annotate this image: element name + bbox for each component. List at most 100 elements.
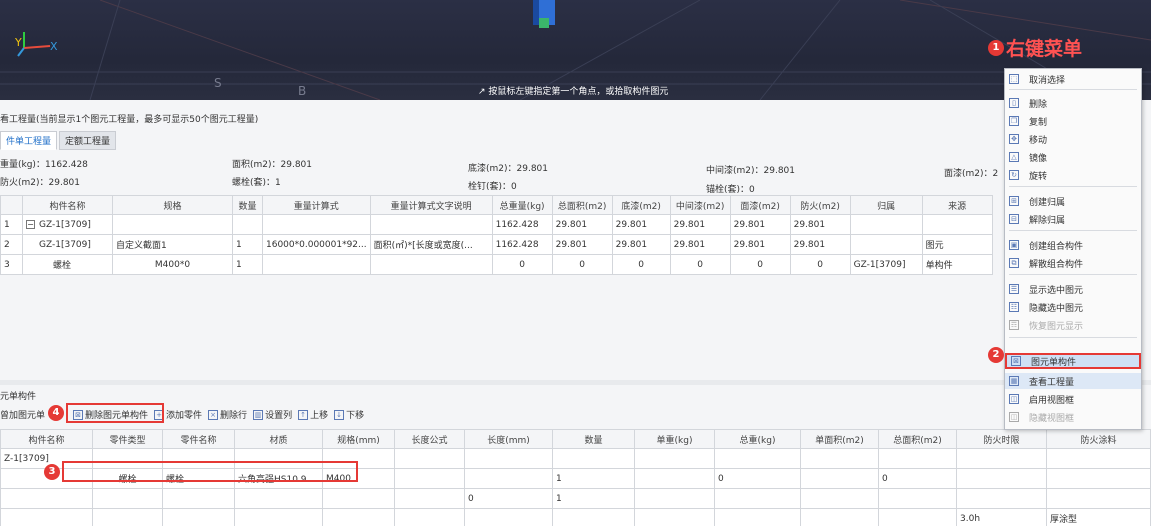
- table-cell: 29.801: [551, 214, 613, 235]
- col-header[interactable]: 归属: [849, 195, 923, 215]
- table-cell: 29.801: [789, 214, 851, 235]
- col-header[interactable]: 长度公式: [394, 429, 465, 449]
- table-cell: 0: [611, 254, 671, 275]
- annotation-3-number: 3: [44, 464, 60, 480]
- table-cell: 29.801: [551, 234, 613, 255]
- col-header[interactable]: 防火时限: [956, 429, 1047, 449]
- summary-stud: 栓钉(套)：0: [468, 182, 517, 192]
- menu-item-show-selected[interactable]: ☰ 显示选中图元: [1005, 281, 1141, 297]
- table-cell: 1: [232, 234, 263, 255]
- col-header[interactable]: 面漆(m2): [729, 195, 791, 215]
- menu-item-hide-viewbox[interactable]: ◫ 隐藏视图框: [1005, 409, 1141, 425]
- table-cell: 0: [729, 254, 791, 275]
- tab-member-quantity[interactable]: 件单工程量: [0, 131, 58, 150]
- col-header[interactable]: 构件名称: [0, 429, 93, 449]
- col-header[interactable]: 重量计算式: [262, 195, 371, 215]
- col-header[interactable]: 总面积(m2): [878, 429, 957, 449]
- single-member-panel: 元单构件 曾加图元单 ⊠ 删除图元单构件 + 添加零件 × 删除行 ▥ 设置列 ↑ 上移 …: [0, 385, 1151, 526]
- menu-item-copy[interactable]: ❐ 复制: [1005, 113, 1141, 129]
- table-cell: M400*0: [112, 254, 233, 275]
- table-row[interactable]: 0 1: [0, 488, 1151, 509]
- col-header[interactable]: 防火(m2): [789, 195, 851, 215]
- menu-item-rotate[interactable]: ↻ 旋转: [1005, 167, 1141, 183]
- menu-item-delete[interactable]: ▯ 删除: [1005, 95, 1141, 111]
- table-cell: [262, 214, 371, 235]
- 3d-viewport[interactable]: Y X S B ↗ 按鼠标左键指定第一个角点，或拾取构件图元 1 右键菜单: [0, 0, 1151, 100]
- table-row[interactable]: 2 GZ-1[3709] 自定义截面1 1 16000*0.000001*92.…: [0, 234, 993, 255]
- viewport-hint-text: 按鼠标左键指定第一个角点，或拾取构件图元: [488, 87, 669, 97]
- table-cell: 1: [552, 488, 635, 509]
- table-cell: 16000*0.000001*92...: [262, 234, 371, 255]
- menu-item-create-combo[interactable]: ▣ 创建组合构件: [1005, 237, 1141, 253]
- move-down-button[interactable]: ↓ 下移: [334, 408, 364, 421]
- col-header[interactable]: 零件名称: [162, 429, 235, 449]
- menu-item-restore-display[interactable]: ☶ 恢复图元显示: [1005, 317, 1141, 333]
- col-header[interactable]: 总重量(kg): [491, 195, 553, 215]
- menu-item-deselect[interactable]: ⬚ 取消选择: [1005, 71, 1141, 87]
- menu-item-enable-viewbox[interactable]: ◫ 启用视图框: [1005, 391, 1141, 407]
- table-cell: [634, 488, 715, 509]
- col-header[interactable]: 底漆(m2): [611, 195, 671, 215]
- col-header[interactable]: 总面积(m2): [551, 195, 613, 215]
- col-header[interactable]: 单面积(m2): [800, 429, 879, 449]
- collapse-toggle-icon[interactable]: −: [26, 219, 35, 229]
- mirror-icon: △: [1009, 152, 1019, 162]
- table-cell: 29.801: [789, 234, 851, 255]
- col-header[interactable]: 材质: [234, 429, 323, 449]
- table-cell: 面积(㎡)*[长度或宽度(...: [369, 234, 493, 255]
- set-columns-button[interactable]: ▥ 设置列: [253, 408, 292, 421]
- table-cell: [878, 448, 957, 469]
- annotation-4-box: [66, 403, 164, 423]
- col-header[interactable]: 重量计算式文字说明: [369, 195, 493, 215]
- menu-item-single-member[interactable]: ⊠ 图元单构件: [1005, 353, 1141, 369]
- menu-separator: [1009, 89, 1137, 90]
- table-cell: [232, 214, 263, 235]
- enable-viewbox-icon: ◫: [1009, 394, 1019, 404]
- table-cell: [394, 488, 465, 509]
- menu-item-view-quantity[interactable]: ▦ 查看工程量: [1005, 373, 1141, 389]
- col-header[interactable]: 规格: [112, 195, 233, 215]
- table-row[interactable]: 1 − GZ-1[3709] 1162.428 29.801 29.801 29.…: [0, 214, 993, 235]
- col-header[interactable]: [0, 195, 23, 215]
- annotation-1-text: 右键菜单: [1006, 38, 1083, 60]
- menu-item-hide-selected[interactable]: ☷ 隐藏选中图元: [1005, 299, 1141, 315]
- table-cell: [234, 508, 323, 526]
- table-cell: [956, 468, 1047, 489]
- annotation-4-number: 4: [48, 405, 64, 421]
- view-letter-s: S: [214, 76, 222, 90]
- menu-item-create-group[interactable]: ⊞ 创建归属: [1005, 193, 1141, 209]
- table-row[interactable]: 3 螺栓 M400*0 1 0 0 0 0 0 0 GZ-1[3709] 单构件: [0, 254, 993, 275]
- col-header[interactable]: 总重(kg): [714, 429, 801, 449]
- table-cell: 29.801: [669, 214, 731, 235]
- col-header[interactable]: 规格(mm): [322, 429, 395, 449]
- table-cell: 29.801: [611, 214, 671, 235]
- tab-quota-quantity[interactable]: 定额工程量: [59, 131, 117, 150]
- add-member-button[interactable]: 曾加图元单: [0, 408, 45, 421]
- col-header[interactable]: 中间漆(m2): [669, 195, 731, 215]
- table-cell: [634, 508, 715, 526]
- menu-item-remove-group[interactable]: ⊟ 解除归属: [1005, 211, 1141, 227]
- table-cell: [634, 448, 715, 469]
- hide-selected-icon: ☷: [1009, 302, 1019, 312]
- menu-item-move[interactable]: ✥ 移动: [1005, 131, 1141, 147]
- col-header[interactable]: 零件类型: [92, 429, 163, 449]
- table-cell: − GZ-1[3709]: [22, 214, 113, 235]
- col-header[interactable]: 构件名称: [22, 195, 113, 215]
- col-header[interactable]: 数量: [552, 429, 635, 449]
- col-header[interactable]: 防火涂料: [1046, 429, 1151, 449]
- delete-row-button[interactable]: × 删除行: [208, 408, 247, 421]
- table-cell: [714, 448, 801, 469]
- menu-item-mirror[interactable]: △ 镜像: [1005, 149, 1141, 165]
- table-cell: 1162.428: [491, 234, 553, 255]
- move-up-button[interactable]: ↑ 上移: [298, 408, 328, 421]
- table-row[interactable]: 3.0h 厚涂型: [0, 508, 1151, 526]
- table-cell: [800, 508, 879, 526]
- col-header[interactable]: 数量: [232, 195, 263, 215]
- menu-item-dissolve-combo[interactable]: ⧉ 解散组合构件: [1005, 255, 1141, 271]
- axis-y-label: Y: [14, 36, 22, 49]
- col-header[interactable]: 来源: [921, 195, 993, 215]
- arrow-up-icon: ↑: [298, 409, 309, 420]
- col-header[interactable]: 长度(mm): [464, 429, 553, 449]
- col-header[interactable]: 单重(kg): [634, 429, 715, 449]
- table-cell: [921, 214, 993, 235]
